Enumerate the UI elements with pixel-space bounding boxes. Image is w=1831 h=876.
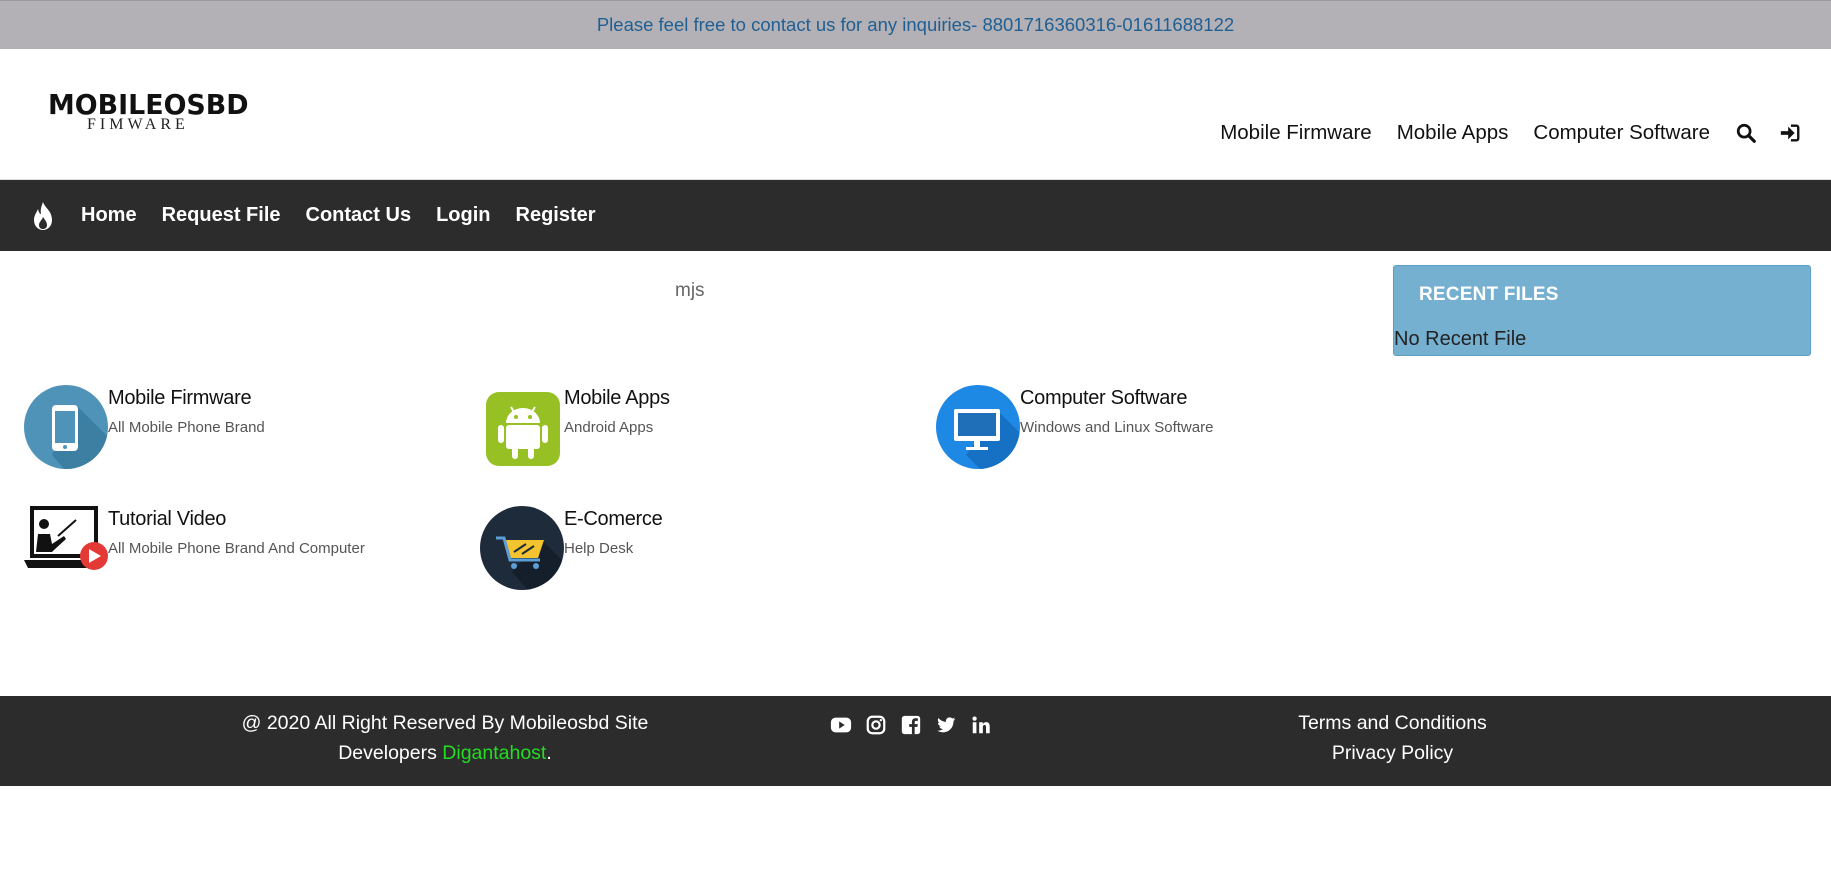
- sign-in-icon[interactable]: [1779, 122, 1801, 144]
- recent-files-empty: No Recent File: [1394, 328, 1527, 350]
- footer-copyright: @ 2020 All Right Reserved By Mobileosbd …: [180, 708, 710, 768]
- android-icon: [486, 392, 560, 466]
- site-footer: @ 2020 All Right Reserved By Mobileosbd …: [0, 696, 1831, 786]
- developer-suffix: .: [546, 742, 552, 764]
- category-subtitle: All Mobile Phone Brand: [108, 419, 265, 436]
- twitter-icon[interactable]: [935, 714, 957, 736]
- recent-files-panel: RECENT FILES No Recent File: [1393, 265, 1811, 356]
- developers-label: Developers: [338, 742, 437, 764]
- category-subtitle: Windows and Linux Software: [1020, 419, 1214, 436]
- header-nav: Mobile Firmware Mobile Apps Computer Sof…: [1220, 121, 1831, 145]
- nav-register[interactable]: Register: [516, 204, 596, 227]
- category-title: Mobile Firmware: [108, 387, 252, 409]
- tutorial-video-icon: [24, 506, 108, 570]
- nav-home[interactable]: Home: [81, 204, 137, 227]
- nav-login[interactable]: Login: [436, 204, 490, 227]
- developer-link[interactable]: Digantahost: [442, 742, 546, 764]
- site-header: MOBILEOSBD FIMWARE Mobile Firmware Mobil…: [0, 49, 1831, 180]
- developer-credit: Developers Digantahost.: [180, 738, 710, 768]
- category-title: Computer Software: [1020, 387, 1188, 409]
- category-subtitle: Android Apps: [564, 419, 654, 436]
- header-nav-computer-software[interactable]: Computer Software: [1533, 121, 1710, 145]
- contact-notice-text: Please feel free to contact us for any i…: [596, 14, 1235, 35]
- terms-link[interactable]: Terms and Conditions: [1280, 708, 1505, 738]
- facebook-icon[interactable]: [900, 714, 922, 736]
- page-heading: mjs: [675, 280, 705, 301]
- category-subtitle: Help Desk: [564, 540, 634, 557]
- category-title: Mobile Apps: [564, 387, 670, 409]
- contact-notice-bar: Please feel free to contact us for any i…: [0, 0, 1831, 49]
- site-logo[interactable]: MOBILEOSBD FIMWARE: [48, 88, 249, 133]
- privacy-link[interactable]: Privacy Policy: [1280, 738, 1505, 768]
- copyright-text: @ 2020 All Right Reserved By Mobileosbd …: [241, 712, 649, 734]
- category-title: E-Comerce: [564, 508, 663, 530]
- smartphone-icon: [24, 385, 108, 469]
- header-nav-mobile-firmware[interactable]: Mobile Firmware: [1220, 121, 1372, 145]
- shopping-cart-icon: [480, 506, 564, 590]
- nav-contact-us[interactable]: Contact Us: [306, 204, 412, 227]
- recent-files-title: RECENT FILES: [1419, 284, 1559, 305]
- monitor-icon: [936, 385, 1020, 469]
- main-nav: Home Request File Contact Us Login Regis…: [0, 180, 1831, 251]
- header-nav-mobile-apps[interactable]: Mobile Apps: [1397, 121, 1509, 145]
- linkedin-icon[interactable]: [970, 714, 992, 736]
- logo-text-main: MOBILEOSBD: [48, 88, 249, 121]
- footer-links: Terms and Conditions Privacy Policy: [1280, 708, 1505, 768]
- category-subtitle: All Mobile Phone Brand And Computer: [108, 540, 365, 557]
- youtube-icon[interactable]: [830, 714, 852, 736]
- search-icon[interactable]: [1735, 122, 1757, 144]
- instagram-icon[interactable]: [865, 714, 887, 736]
- social-links: [830, 714, 1005, 736]
- category-title: Tutorial Video: [108, 508, 227, 530]
- fire-icon[interactable]: [30, 201, 56, 231]
- nav-request-file[interactable]: Request File: [162, 204, 281, 227]
